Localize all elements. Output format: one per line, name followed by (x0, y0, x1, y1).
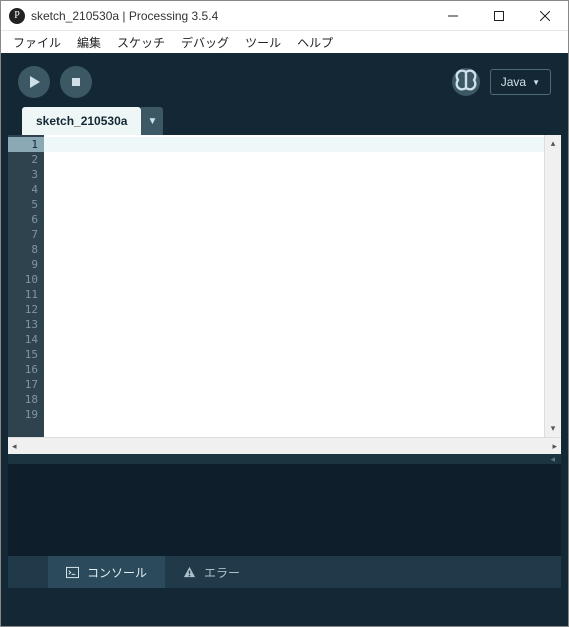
chevron-down-icon: ▼ (532, 78, 540, 87)
minimize-button[interactable] (430, 1, 476, 30)
tab-label: sketch_210530a (36, 114, 127, 128)
mode-selector[interactable]: Java ▼ (490, 69, 551, 95)
line-number[interactable]: 8 (8, 242, 38, 257)
processing-app-icon: P (9, 8, 25, 24)
app-window: P sketch_210530a | Processing 3.5.4 ファイル… (0, 0, 569, 627)
scroll-left-icon[interactable]: ◂ (12, 441, 17, 452)
menu-help[interactable]: ヘルプ (291, 32, 339, 53)
line-number-gutter[interactable]: 12345678910111213141516171819 (8, 135, 44, 437)
window-controls (430, 1, 568, 30)
collapse-icon: ◂ (550, 454, 555, 465)
console-splitter[interactable]: ◂ (8, 454, 561, 464)
errors-tab-label: エラー (204, 564, 240, 581)
line-number[interactable]: 7 (8, 227, 38, 242)
menu-sketch[interactable]: スケッチ (111, 32, 171, 53)
errors-tab[interactable]: エラー (165, 556, 258, 588)
line-number[interactable]: 18 (8, 392, 38, 407)
line-number[interactable]: 9 (8, 257, 38, 272)
run-button[interactable] (18, 66, 50, 98)
scroll-up-icon[interactable]: ▴ (545, 135, 561, 152)
scroll-down-icon[interactable]: ▾ (545, 420, 561, 437)
menu-file[interactable]: ファイル (7, 32, 67, 53)
active-line-highlight (44, 137, 544, 152)
code-textarea[interactable] (44, 135, 544, 437)
window-title: sketch_210530a | Processing 3.5.4 (31, 9, 430, 23)
titlebar[interactable]: P sketch_210530a | Processing 3.5.4 (1, 1, 568, 31)
line-number[interactable]: 1 (8, 137, 44, 152)
vertical-scrollbar[interactable]: ▴ ▾ (544, 135, 561, 437)
debug-button[interactable] (452, 68, 480, 96)
horizontal-scrollbar[interactable]: ◂ ▸ (8, 437, 561, 454)
close-button[interactable] (522, 1, 568, 30)
line-number[interactable]: 6 (8, 212, 38, 227)
toolbar: Java ▼ (8, 59, 561, 105)
line-number[interactable]: 4 (8, 182, 38, 197)
console-tab[interactable]: コンソール (48, 556, 165, 588)
butterfly-icon (452, 68, 480, 96)
sketch-tab[interactable]: sketch_210530a (22, 107, 141, 135)
status-bar (8, 588, 561, 612)
menubar: ファイル 編集 スケッチ デバッグ ツール ヘルプ (1, 31, 568, 53)
line-number[interactable]: 16 (8, 362, 38, 377)
line-number[interactable]: 15 (8, 347, 38, 362)
line-number[interactable]: 3 (8, 167, 38, 182)
warning-icon (183, 566, 196, 579)
app-frame: Java ▼ sketch_210530a ▼ 1234567891011121… (1, 53, 568, 626)
bottom-tab-bar: コンソール エラー (8, 556, 561, 588)
line-number[interactable]: 19 (8, 407, 38, 422)
line-number[interactable]: 5 (8, 197, 38, 212)
editor-area: 12345678910111213141516171819 ▴ ▾ ◂ ▸ ◂ (8, 135, 561, 612)
line-number[interactable]: 17 (8, 377, 38, 392)
menu-debug[interactable]: デバッグ (175, 32, 235, 53)
scroll-right-icon[interactable]: ▸ (552, 441, 557, 452)
line-number[interactable]: 11 (8, 287, 38, 302)
console-output[interactable] (8, 464, 561, 556)
line-number[interactable]: 10 (8, 272, 38, 287)
console-icon (66, 566, 79, 579)
chevron-down-icon: ▼ (147, 116, 157, 127)
console-tab-label: コンソール (87, 564, 147, 581)
line-number[interactable]: 12 (8, 302, 38, 317)
line-number[interactable]: 14 (8, 332, 38, 347)
menu-edit[interactable]: 編集 (71, 32, 107, 53)
tab-dropdown-button[interactable]: ▼ (141, 107, 163, 135)
mode-label: Java (501, 75, 526, 89)
menu-tools[interactable]: ツール (239, 32, 287, 53)
line-number[interactable]: 2 (8, 152, 38, 167)
line-number[interactable]: 13 (8, 317, 38, 332)
maximize-button[interactable] (476, 1, 522, 30)
code-editor: 12345678910111213141516171819 ▴ ▾ (8, 135, 561, 437)
tab-strip: sketch_210530a ▼ (8, 105, 561, 135)
stop-button[interactable] (60, 66, 92, 98)
